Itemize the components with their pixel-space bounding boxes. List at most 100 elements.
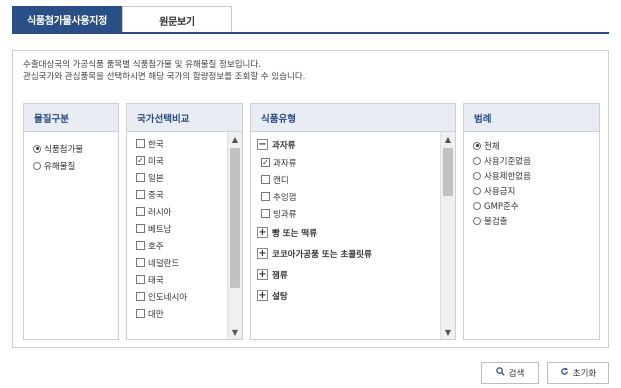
scroll-thumb[interactable] bbox=[443, 148, 453, 196]
food-group-label: 코코아가공품 또는 초콜릿류 bbox=[272, 249, 372, 260]
legend-option-label: GMP준수 bbox=[484, 201, 519, 212]
checkbox[interactable] bbox=[136, 173, 145, 182]
food-type-panel: 식품유형 − 과자류 ✓ 과자류 캔디 추잉껌 빙과류 + 빵 또는 떡류 + 코… bbox=[250, 103, 456, 340]
refresh-icon bbox=[560, 367, 569, 379]
material-option-harmful[interactable]: 유해물질 bbox=[33, 157, 118, 174]
legend-option[interactable]: 전체 bbox=[473, 138, 599, 153]
radio-button[interactable] bbox=[473, 156, 481, 165]
food-item[interactable]: 캔디 bbox=[257, 171, 455, 188]
reset-button[interactable]: 초기화 bbox=[547, 362, 609, 384]
country-label: 미국 bbox=[148, 156, 164, 167]
checkbox[interactable] bbox=[136, 275, 145, 284]
food-type-scrollbar[interactable]: ▲ ▼ bbox=[440, 132, 455, 339]
legend-option[interactable]: GMP준수 bbox=[473, 198, 599, 213]
food-item-label: 추잉껌 bbox=[273, 192, 297, 203]
search-icon bbox=[495, 367, 505, 379]
food-group-label: 과자류 bbox=[272, 140, 296, 151]
search-form-container: 수출대상국의 가공식품 품목별 식품첨가물 및 유해물질 정보입니다. 관심국가… bbox=[12, 50, 609, 348]
expand-plus-icon[interactable]: + bbox=[257, 248, 268, 259]
checkbox[interactable] bbox=[261, 192, 270, 201]
country-list: 한국 ✓ 미국 일본 중국 러시아 베트남 호주 네덜란드 태국 인도네시아 대만… bbox=[127, 132, 242, 339]
material-option-label: 식품첨가물 bbox=[44, 144, 84, 155]
expand-plus-icon[interactable]: + bbox=[257, 227, 268, 238]
food-group-cocoa[interactable]: + 코코아가공품 또는 초콜릿류 bbox=[257, 243, 455, 264]
reset-button-label: 초기화 bbox=[572, 369, 597, 379]
legend-option[interactable]: 불검출 bbox=[473, 213, 599, 228]
material-options: 식품첨가물 유해물질 bbox=[24, 132, 118, 174]
scroll-thumb[interactable] bbox=[230, 148, 240, 288]
legend-panel-header: 범례 bbox=[464, 104, 599, 132]
legend-option-label: 사용기준없음 bbox=[484, 156, 531, 167]
legend-option[interactable]: 사용금지 bbox=[473, 183, 599, 198]
expand-plus-icon[interactable]: + bbox=[257, 290, 268, 301]
food-group-label: 잼류 bbox=[272, 270, 288, 281]
legend-option-label: 불검출 bbox=[484, 216, 508, 227]
checkbox[interactable]: ✓ bbox=[136, 156, 145, 165]
food-type-panel-header: 식품유형 bbox=[251, 104, 455, 132]
tab-view-original[interactable]: 원문보기 bbox=[122, 6, 232, 33]
checkbox[interactable] bbox=[136, 207, 145, 216]
checkbox[interactable] bbox=[136, 309, 145, 318]
legend-option-label: 사용제한없음 bbox=[484, 171, 531, 182]
country-label: 일본 bbox=[148, 173, 164, 184]
country-label: 호주 bbox=[148, 241, 164, 252]
radio-button[interactable] bbox=[473, 171, 481, 180]
country-label: 네덜란드 bbox=[148, 258, 180, 269]
food-group-label: 설탕 bbox=[272, 291, 288, 302]
country-panel: 국가선택비교 한국 ✓ 미국 일본 중국 러시아 베트남 호주 네덜란드 태국 인… bbox=[126, 103, 243, 340]
checkbox[interactable] bbox=[136, 258, 145, 267]
checkbox[interactable] bbox=[261, 209, 270, 218]
legend-option[interactable]: 사용제한없음 bbox=[473, 168, 599, 183]
food-group-sugar[interactable]: + 설탕 bbox=[257, 285, 455, 306]
country-label: 러시아 bbox=[148, 207, 172, 218]
search-button[interactable]: 검색 bbox=[481, 362, 539, 384]
tab-underline bbox=[12, 32, 609, 34]
checkbox[interactable] bbox=[136, 139, 145, 148]
food-group-label: 빵 또는 떡류 bbox=[272, 228, 318, 239]
food-item-label: 과자류 bbox=[273, 158, 297, 169]
material-panel: 물질구분 식품첨가물 유해물질 bbox=[23, 103, 119, 340]
expand-plus-icon[interactable]: + bbox=[257, 269, 268, 280]
food-group-jam[interactable]: + 잼류 bbox=[257, 264, 455, 285]
material-option-label: 유해물질 bbox=[44, 161, 76, 172]
radio-button[interactable] bbox=[33, 161, 41, 170]
radio-button[interactable] bbox=[473, 216, 481, 225]
tab-food-additive-designation[interactable]: 식품첨가물사용지정 bbox=[12, 6, 122, 33]
checkbox[interactable] bbox=[136, 190, 145, 199]
country-label: 인도네시아 bbox=[148, 292, 188, 303]
country-label: 중국 bbox=[148, 190, 164, 201]
radio-button[interactable] bbox=[473, 141, 481, 150]
radio-button[interactable] bbox=[33, 144, 41, 153]
food-item-label: 빙과류 bbox=[273, 209, 297, 220]
checkbox[interactable]: ✓ bbox=[261, 158, 270, 167]
collapse-minus-icon[interactable]: − bbox=[257, 139, 268, 150]
country-scrollbar[interactable]: ▲ ▼ bbox=[227, 132, 242, 339]
search-button-label: 검색 bbox=[508, 369, 525, 379]
tab-bar: 식품첨가물사용지정 원문보기 bbox=[12, 6, 232, 33]
food-group-bread[interactable]: + 빵 또는 떡류 bbox=[257, 222, 455, 243]
radio-button[interactable] bbox=[473, 186, 481, 195]
scroll-up-arrow-icon[interactable]: ▲ bbox=[228, 132, 242, 146]
food-item[interactable]: ✓ 과자류 bbox=[257, 154, 455, 171]
material-option-additive[interactable]: 식품첨가물 bbox=[33, 140, 118, 157]
country-label: 태국 bbox=[148, 275, 164, 286]
checkbox[interactable] bbox=[136, 224, 145, 233]
food-item[interactable]: 빙과류 bbox=[257, 205, 455, 222]
scroll-down-arrow-icon[interactable]: ▼ bbox=[441, 325, 455, 339]
description: 수출대상국의 가공식품 품목별 식품첨가물 및 유해물질 정보입니다. 관심국가… bbox=[23, 59, 305, 83]
radio-button[interactable] bbox=[473, 201, 481, 210]
checkbox[interactable] bbox=[136, 241, 145, 250]
food-type-tree: − 과자류 ✓ 과자류 캔디 추잉껌 빙과류 + 빵 또는 떡류 + 코코아가공품… bbox=[251, 132, 455, 339]
scroll-down-arrow-icon[interactable]: ▼ bbox=[228, 325, 242, 339]
scroll-up-arrow-icon[interactable]: ▲ bbox=[441, 132, 455, 146]
checkbox[interactable] bbox=[261, 175, 270, 184]
checkbox[interactable] bbox=[136, 292, 145, 301]
material-panel-header: 물질구분 bbox=[24, 104, 118, 132]
legend-option-label: 전체 bbox=[484, 141, 500, 152]
food-group-confectionery[interactable]: − 과자류 bbox=[257, 135, 455, 154]
description-line-2: 관심국가와 관심품목을 선택하시면 해당 국가의 함량정보를 조회할 수 있습니… bbox=[23, 72, 306, 82]
country-panel-header: 국가선택비교 bbox=[127, 104, 242, 132]
food-item[interactable]: 추잉껌 bbox=[257, 188, 455, 205]
legend-options: 전체 사용기준없음 사용제한없음 사용금지 GMP준수 불검출 bbox=[464, 132, 599, 228]
legend-option[interactable]: 사용기준없음 bbox=[473, 153, 599, 168]
